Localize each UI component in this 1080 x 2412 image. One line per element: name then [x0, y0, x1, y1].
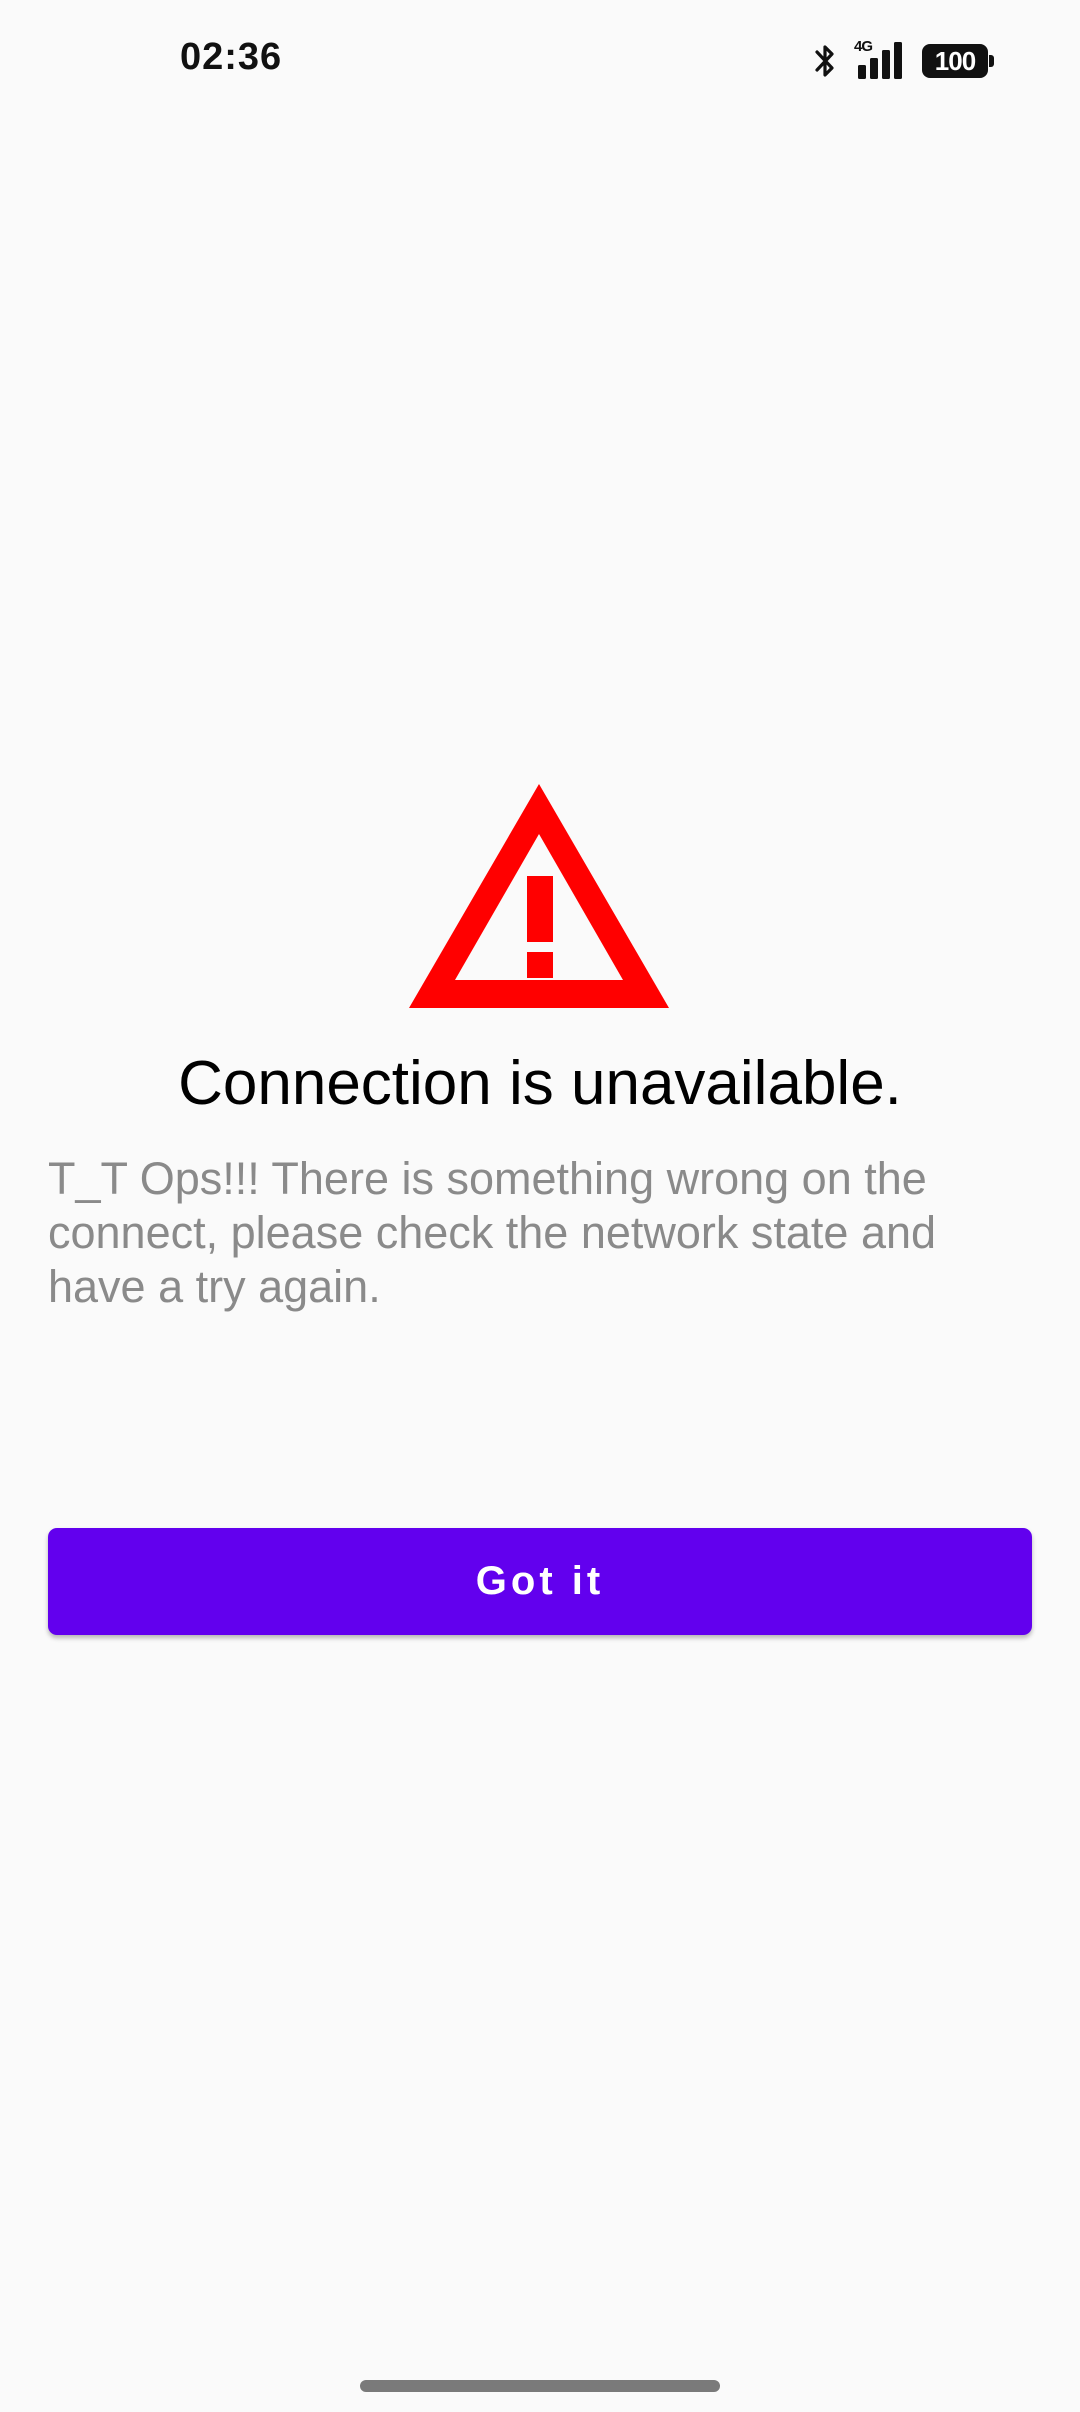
signal-4g-icon: 4G: [854, 38, 906, 82]
status-icons: 4G 100: [812, 38, 994, 82]
bluetooth-icon: [812, 41, 838, 81]
got-it-button[interactable]: Got it: [48, 1528, 1032, 1635]
dialog-message: T_T Ops!!! There is something wrong on t…: [48, 1153, 937, 1312]
status-time: 02:36: [180, 36, 283, 78]
screen: 02:36 4G 100 Connection is unavailable. …: [0, 0, 1080, 2412]
battery-icon: 100: [922, 44, 994, 78]
warning-triangle-icon: [405, 780, 673, 1012]
battery-level: 100: [934, 45, 976, 76]
dialog-title: Connection is unavailable.: [178, 1049, 902, 1118]
status-bar: 02:36 4G 100: [0, 0, 1080, 120]
home-indicator[interactable]: [360, 2380, 720, 2392]
